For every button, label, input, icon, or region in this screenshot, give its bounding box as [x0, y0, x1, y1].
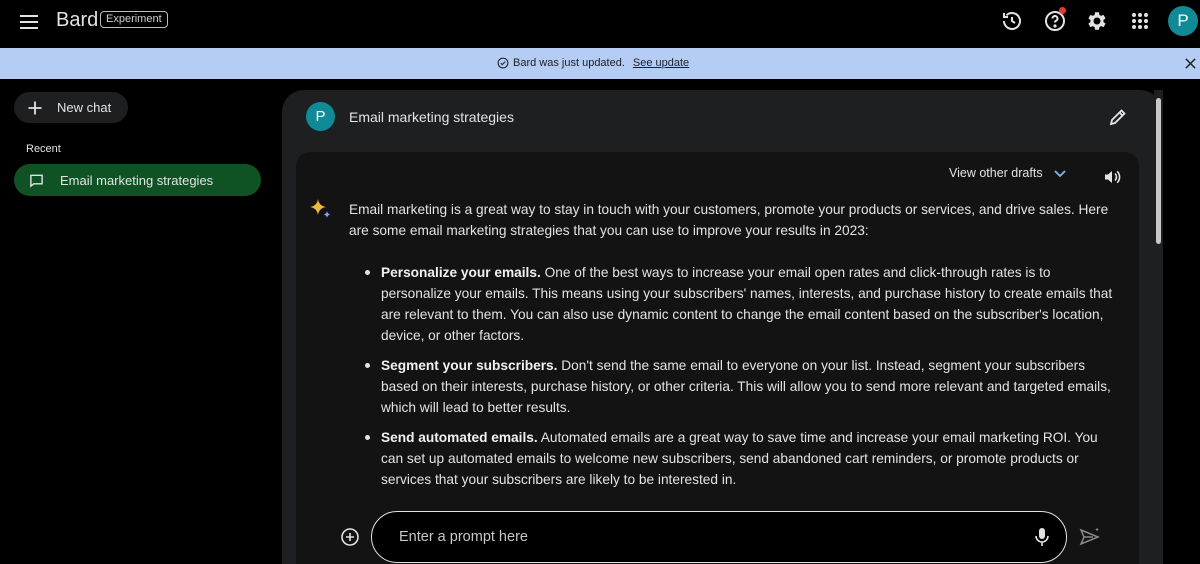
- history-icon[interactable]: [1000, 9, 1024, 33]
- banner-text: Bard was just updated.: [513, 57, 625, 69]
- list-item: Send automated emails. Automated emails …: [349, 427, 1119, 490]
- list-item: Segment your subscribers. Don't send the…: [349, 355, 1119, 418]
- conversation-panel: P Email marketing strategies View other …: [282, 90, 1162, 564]
- speaker-icon[interactable]: [1102, 167, 1122, 187]
- view-drafts-label: View other drafts: [949, 166, 1043, 180]
- new-chat-label: New chat: [57, 100, 112, 115]
- help-icon[interactable]: [1043, 7, 1067, 33]
- menu-icon[interactable]: [20, 10, 44, 34]
- pencil-icon[interactable]: [1108, 107, 1128, 127]
- top-bar: Bard Experiment P: [0, 0, 1200, 48]
- response-card: View other drafts Email marketing is a g…: [296, 152, 1139, 564]
- sidebar-item-label: Email marketing strategies: [60, 172, 214, 188]
- gear-icon[interactable]: [1085, 9, 1109, 33]
- chevron-down-icon: [1053, 170, 1066, 178]
- mic-icon[interactable]: [1032, 526, 1052, 548]
- user-query: Email marketing strategies: [349, 109, 514, 125]
- scrollbar[interactable]: [1154, 90, 1163, 564]
- prompt-input[interactable]: [399, 526, 999, 548]
- plus-icon: [28, 101, 42, 114]
- update-banner: Bard was just updated. See update: [0, 48, 1200, 79]
- add-circle-icon[interactable]: [340, 527, 360, 547]
- recent-heading: Recent: [26, 143, 61, 155]
- check-circle-icon: [497, 57, 509, 69]
- close-icon[interactable]: [1184, 57, 1197, 70]
- sparkle-icon: [308, 197, 332, 221]
- response-intro: Email marketing is a great way to stay i…: [349, 202, 1109, 238]
- chat-bubble-icon: [30, 174, 43, 188]
- strategy-list: Personalize your emails. One of the best…: [349, 262, 1119, 490]
- prompt-box: [371, 511, 1067, 563]
- response-text: Email marketing is a great way to stay i…: [349, 199, 1119, 499]
- sidebar-item-email-marketing[interactable]: Email marketing strategies: [14, 164, 261, 196]
- user-avatar-small: P: [306, 102, 335, 131]
- experiment-badge: Experiment: [100, 11, 168, 28]
- user-avatar[interactable]: P: [1168, 6, 1198, 36]
- notification-dot: [1059, 7, 1066, 14]
- list-item: Personalize your emails. One of the best…: [349, 262, 1119, 346]
- new-chat-button[interactable]: New chat: [14, 92, 128, 123]
- see-update-link[interactable]: See update: [633, 57, 689, 69]
- app-name: Bard: [56, 9, 99, 31]
- apps-grid-icon[interactable]: [1128, 9, 1152, 33]
- send-icon[interactable]: [1078, 525, 1102, 549]
- scroll-thumb[interactable]: [1156, 98, 1161, 244]
- view-drafts-button[interactable]: View other drafts: [949, 166, 1067, 180]
